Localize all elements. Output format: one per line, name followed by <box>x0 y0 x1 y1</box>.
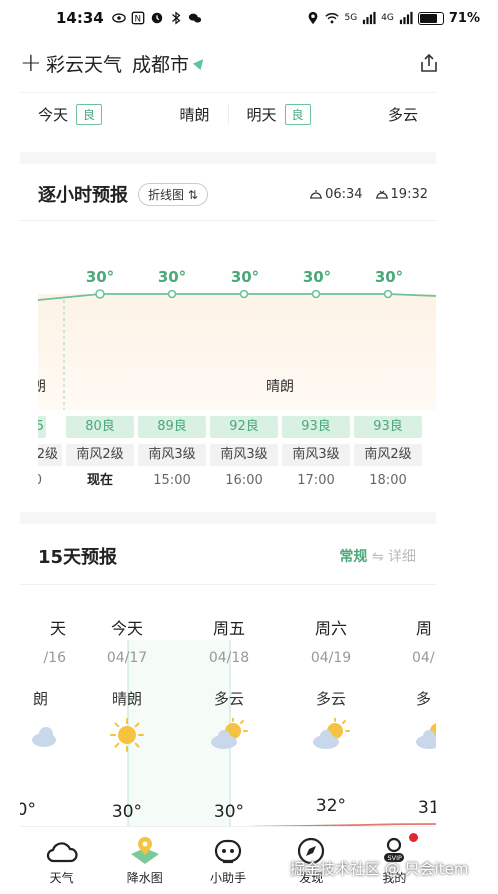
temp-point <box>239 289 249 299</box>
temp-point <box>167 289 177 299</box>
hourly-wind-row: 2级 南风2级 南风3级 南风3级 南风3级 南风2级 <box>38 444 436 468</box>
hourly-header: 逐小时预报 折线图 ⇅ 06:34 19:32 <box>20 172 436 216</box>
temp-point <box>311 289 321 299</box>
network-type-left: 5G <box>344 13 358 23</box>
sunset: 19:32 <box>375 187 428 202</box>
hourly-title: 逐小时预报 <box>38 185 128 206</box>
share-icon[interactable] <box>418 52 440 74</box>
signal-icon-2 <box>399 11 413 25</box>
notification-dot <box>409 833 419 842</box>
hour-wind: 南风3级 <box>210 444 278 466</box>
status-time: 14:34 <box>56 9 104 27</box>
hour-wind: 南风3级 <box>282 444 350 466</box>
today-condition: 晴朗 <box>179 106 210 124</box>
city-name[interactable]: 成都市 <box>132 50 189 77</box>
toggle-detail[interactable]: 详细 <box>388 549 416 565</box>
battery-level: 71% <box>448 10 480 26</box>
hour-aqi: 92良 <box>210 416 278 438</box>
temp-point <box>383 289 393 299</box>
nav-assistant-label: 小助手 <box>210 870 247 885</box>
sunrise: 06:34 <box>309 186 363 202</box>
hour-wind: 南风3级 <box>138 444 206 466</box>
hour-time: 16:00 <box>225 473 263 488</box>
tomorrow-summary[interactable]: 明天 良 多云 <box>229 104 437 125</box>
day-summary-strip: 今天 良 晴朗 明天 良 多云 <box>20 92 436 136</box>
nav-precipitation-label: 降水图 <box>126 870 163 885</box>
swap-icon: ⇋ <box>371 549 384 565</box>
hour-temp: 30° <box>302 268 332 286</box>
hour-aqi: 93良 <box>282 416 350 438</box>
sunrise-icon <box>310 190 323 199</box>
sunset-icon <box>375 190 388 199</box>
today-summary[interactable]: 今天 良 晴朗 <box>20 104 229 125</box>
wechat-icon <box>188 13 201 23</box>
chart-mode-toggle[interactable]: 折线图 ⇅ <box>138 182 208 206</box>
nav-weather[interactable]: 天气 <box>20 827 103 894</box>
daily-header: 15天预报 常规 ⇋ 详细 <box>20 534 436 578</box>
hour-time-now: 现在 <box>86 473 113 488</box>
daily-view-toggle[interactable]: 常规 ⇋ 详细 <box>339 546 436 566</box>
hour-wind: 南风2级 <box>354 444 422 466</box>
sunset-time: 19:32 <box>390 186 428 202</box>
temp-point-now <box>95 289 105 299</box>
network-type-right: 4G <box>381 13 394 23</box>
sunrise-time: 06:34 <box>325 186 363 202</box>
today-label: 今天 <box>38 106 69 124</box>
hour-time: 0 <box>38 470 46 492</box>
map-pin-icon <box>130 836 159 864</box>
hour-aqi: 80良 <box>66 416 134 438</box>
hour-wind: 2级 <box>38 444 62 466</box>
robot-icon <box>214 839 242 863</box>
location-arrow-icon <box>192 55 208 71</box>
location-icon <box>309 11 318 25</box>
hour-condition: 晴朗 <box>266 379 294 395</box>
tomorrow-condition: 多云 <box>387 106 418 124</box>
nav-assistant[interactable]: 小助手 <box>186 827 269 894</box>
hour-temp: 30° <box>157 268 187 286</box>
hour-temp: 30° <box>374 268 404 286</box>
hourly-divider <box>20 220 436 221</box>
svg-text:N: N <box>134 15 141 25</box>
toggle-regular[interactable]: 常规 <box>339 549 367 565</box>
hourly-aqi-row: 5 80良 89良 92良 93良 93良 <box>38 416 436 440</box>
signal-icon <box>363 11 376 25</box>
hour-time: 18:00 <box>369 473 407 488</box>
nav-precipitation-map[interactable]: 降水图 <box>103 827 186 894</box>
app-header: + 彩云天气 成都市 <box>20 40 440 86</box>
hour-aqi: 5 <box>38 416 46 438</box>
hour-time: 15:00 <box>153 473 191 488</box>
hour-wind: 南风2级 <box>66 444 134 466</box>
wifi-icon <box>325 13 340 24</box>
tomorrow-label: 明天 <box>246 106 277 124</box>
hour-time: 17:00 <box>297 473 335 488</box>
cloud-icon <box>46 841 78 862</box>
bluetooth-icon <box>171 11 181 25</box>
alarm-icon <box>151 12 162 24</box>
eye-icon <box>111 13 126 23</box>
section-divider <box>20 152 436 164</box>
watermark: 掘金技术社区 @ 只会item <box>290 860 469 878</box>
daily-forecast-list[interactable]: 天 /16 朗 30° 今天 04/17 晴朗 30° 周五 04/18 <box>20 600 436 830</box>
daily-divider <box>20 584 436 585</box>
today-aqi-badge: 良 <box>76 104 103 125</box>
status-bar: 14:34 N 5G 4G 71% <box>0 0 498 36</box>
hour-temp: 30° <box>85 268 115 286</box>
hour-temp: 30° <box>230 268 260 286</box>
battery-icon <box>417 11 444 25</box>
hour-aqi: 93良 <box>354 416 422 438</box>
hour-condition-partial: 朗 <box>38 379 46 395</box>
chart-fill <box>38 294 436 410</box>
tomorrow-aqi-badge: 良 <box>284 104 311 125</box>
nav-weather-label: 天气 <box>49 870 74 885</box>
daily-title: 15天预报 <box>38 547 118 568</box>
add-city-icon[interactable]: + <box>20 50 42 76</box>
hourly-time-row: 0 现在 15:00 16:00 17:00 18:00 <box>38 470 436 494</box>
section-divider <box>20 512 436 524</box>
app-name: 彩云天气 <box>46 53 123 76</box>
nfc-icon: N <box>131 11 145 25</box>
hour-aqi: 89良 <box>138 416 206 438</box>
